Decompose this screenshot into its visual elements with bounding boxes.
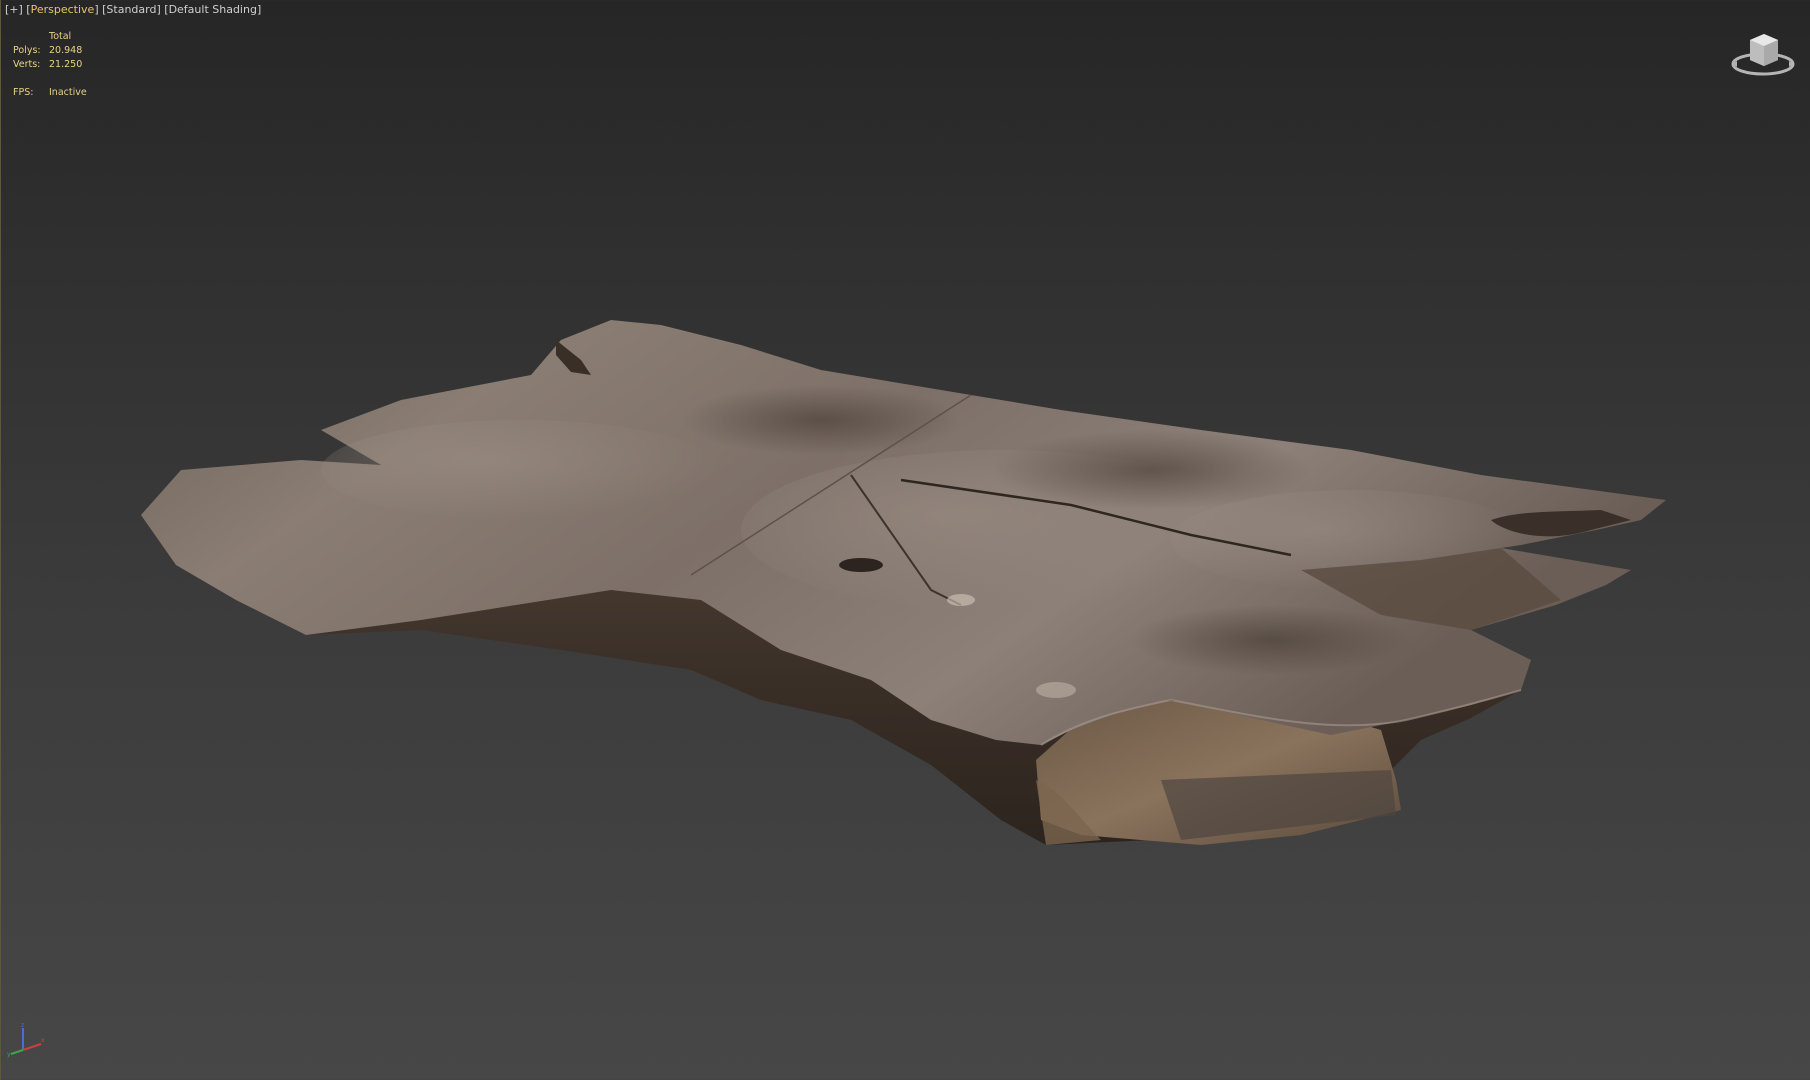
viewcube-icon[interactable] — [1728, 26, 1798, 80]
svg-text:y: y — [7, 1051, 11, 1058]
scene-wood-slab[interactable] — [1, 0, 1810, 1080]
svg-text:z: z — [21, 1022, 24, 1029]
axis-tripod-icon: z x y — [7, 1022, 45, 1058]
svg-text:x: x — [41, 1037, 45, 1044]
viewport[interactable]: [+] [Perspective] [Standard] [Default Sh… — [0, 0, 1810, 1080]
